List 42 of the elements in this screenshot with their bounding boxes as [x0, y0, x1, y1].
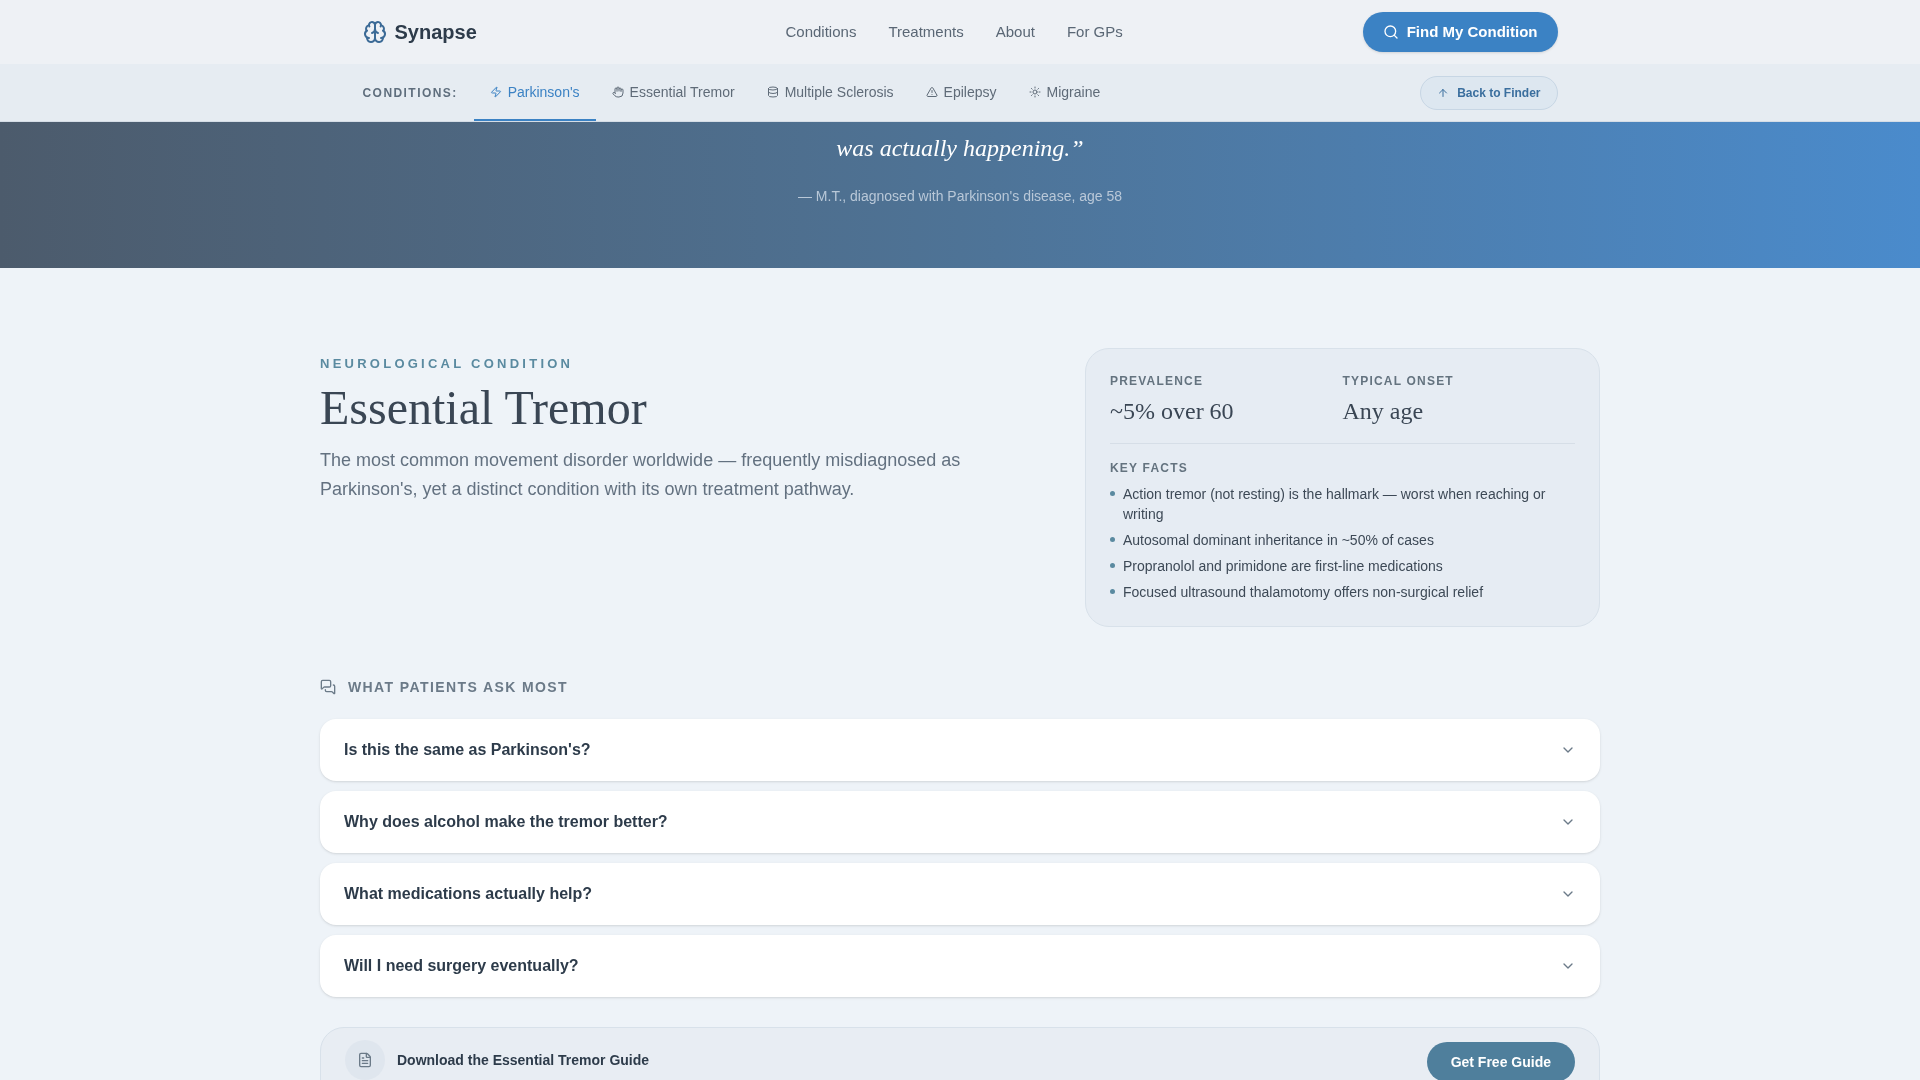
key-fact: Focused ultrasound thalamotomy offers non-surgical relief [1123, 583, 1484, 602]
quote-attribution: — M.T., diagnosed with Parkinson's disease, age 58 [797, 187, 1123, 206]
stat-label: TYPICAL ONSET [1342, 373, 1455, 389]
bolt-icon [489, 85, 502, 98]
brain-icon [362, 20, 387, 44]
hand-icon [611, 85, 624, 98]
find-condition-button[interactable]: Find My Condition [1362, 12, 1558, 52]
key-fact: Propranolol and primidone are first-line medications [1123, 557, 1443, 576]
arrow-up-icon [1437, 86, 1450, 99]
faq-heading: WHAT PATIENTS ASK MOST [348, 678, 569, 697]
brand-name[interactable]: Synapse [394, 18, 477, 46]
nav-link[interactable]: Treatments [888, 20, 964, 44]
condition-tab[interactable]: Multiple Sclerosis [750, 64, 910, 121]
chat-bubbles-icon [320, 679, 336, 695]
condition-tab[interactable]: Migraine [1012, 64, 1117, 121]
nav-link[interactable]: For GPs [1066, 20, 1123, 44]
conditions-label: CONDITIONS: [362, 84, 458, 101]
faq-item[interactable]: Is this the same as Parkinson's? [320, 719, 1600, 781]
warning-icon [925, 85, 938, 98]
key-facts-title: KEY FACTS [1110, 460, 1189, 476]
key-fact: Action tremor (not resting) is the hallmark — worst when reaching or writing [1123, 485, 1547, 524]
nav-link[interactable]: Conditions [785, 20, 857, 44]
condition-tab[interactable]: Epilepsy [909, 64, 1013, 121]
condition-kicker: NEUROLOGICAL CONDITION [320, 355, 575, 373]
faq-item[interactable]: What medications actually help? [320, 863, 1600, 925]
search-icon [1382, 24, 1399, 40]
guide-title: Download the Essential Tremor Guide [397, 1051, 650, 1070]
quote-text: was actually happening.” [836, 134, 1084, 163]
stat-label: PREVALENCE [1110, 373, 1205, 389]
nav-link[interactable]: About [995, 20, 1035, 44]
stack-icon [766, 85, 779, 98]
condition-title: Essential Tremor [320, 379, 648, 436]
sun-icon [1028, 85, 1041, 98]
back-to-finder-button[interactable]: Back to Finder [1420, 75, 1558, 110]
faq-item[interactable]: Will I need surgery eventually? [320, 935, 1600, 997]
stat-value: Any age [1342, 397, 1425, 426]
stat-value: ~5% over 60 [1110, 397, 1235, 426]
key-fact: Autosomal dominant inheritance in ~50% of cases [1123, 531, 1434, 550]
faq-item[interactable]: Why does alcohol make the tremor better? [320, 791, 1600, 853]
get-guide-button[interactable]: Get Free Guide [1426, 1042, 1575, 1080]
condition-summary: The most common movement disorder worldwide — frequently misdiagnosed as Parkinson's, yet a distinct condition with its own treatment pathway. [320, 448, 962, 501]
condition-tab[interactable]: Essential Tremor [595, 64, 751, 121]
